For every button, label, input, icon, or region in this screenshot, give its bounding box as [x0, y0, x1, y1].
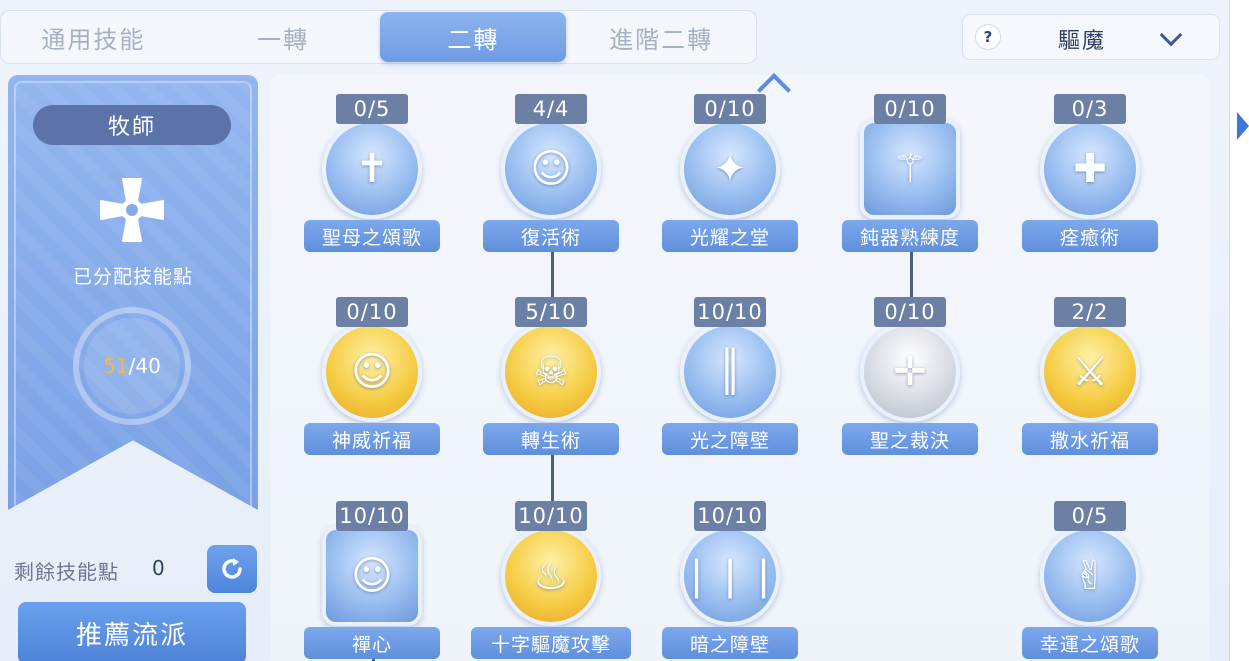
skill-glyph: ⚚: [892, 146, 928, 192]
skill-name: 幸運之頌歌: [1022, 627, 1158, 659]
skill-level-counter: 0/10: [694, 94, 766, 124]
blessed-face-icon[interactable]: ☺: [322, 322, 422, 422]
skill-name: 暗之障壁: [662, 627, 798, 659]
tab-second-job[interactable]: 二轉: [380, 12, 567, 62]
skill-node[interactable]: ✛ 0/10 聖之裁決: [840, 278, 980, 455]
skill-node[interactable]: ✌ 0/5 幸運之頌歌: [1020, 482, 1160, 659]
remaining-points-value: 0: [152, 556, 165, 580]
skill-level-counter: 0/5: [1054, 501, 1126, 531]
meditating-figure-icon[interactable]: ☺: [322, 526, 422, 626]
skill-node[interactable]: ✦ 0/10 光耀之堂: [660, 75, 800, 252]
skill-name: 復活術: [483, 220, 619, 252]
holy-cross-icon[interactable]: ✛: [860, 322, 960, 422]
skill-level-counter: 10/10: [694, 297, 766, 327]
tab-advanced-second-job[interactable]: 進階二轉: [566, 12, 756, 62]
skill-node[interactable]: ║ 10/10 光之障壁: [660, 278, 800, 455]
skill-name: 神威祈福: [304, 423, 440, 455]
mace-icon[interactable]: ⚚: [860, 119, 960, 219]
skill-level-counter: 10/10: [336, 501, 408, 531]
skill-node[interactable]: ♨ 10/10 十字驅魔攻擊: [471, 482, 631, 659]
recommended-build-button[interactable]: 推薦流派: [18, 602, 246, 661]
skill-name: 轉生術: [483, 423, 619, 455]
skill-glyph: ❘❘❘: [679, 553, 781, 599]
skill-level-counter: 0/10: [874, 94, 946, 124]
praying-saint-icon[interactable]: ✝: [322, 119, 422, 219]
reset-points-button[interactable]: [207, 545, 257, 593]
side-edge: [1229, 0, 1249, 661]
skill-node[interactable]: ❘❘❘ 10/10 暗之障壁: [660, 482, 800, 659]
skill-level-counter: 10/10: [694, 501, 766, 531]
build-dropdown[interactable]: ? 驅魔: [962, 14, 1220, 60]
tab-general-skills[interactable]: 通用技能: [1, 12, 186, 62]
skill-node[interactable]: ☺ 4/4 復活術: [481, 75, 621, 252]
skill-glyph: ✌: [1073, 553, 1107, 599]
class-name: 牧師: [33, 105, 231, 145]
skill-node[interactable]: ✚ 0/3 痊癒術: [1020, 75, 1160, 252]
skill-name: 光耀之堂: [662, 220, 798, 252]
skill-name: 禪心: [304, 627, 440, 659]
skill-glyph: ☺: [530, 146, 572, 192]
skulls-icon[interactable]: ☠: [501, 322, 601, 422]
skill-name: 聖之裁決: [842, 423, 978, 455]
skill-name: 聖母之頌歌: [304, 220, 440, 252]
crossed-swords-icon[interactable]: ⚔: [1040, 322, 1140, 422]
build-dropdown-value: 驅魔: [1058, 29, 1107, 54]
help-icon[interactable]: ?: [975, 24, 1001, 50]
healing-figure-icon[interactable]: ✚: [1040, 119, 1140, 219]
victory-hand-icon[interactable]: ✌: [1040, 526, 1140, 626]
skill-name: 痊癒術: [1022, 220, 1158, 252]
priest-cross-icon: [100, 178, 164, 242]
skill-glyph: ☠: [533, 349, 569, 395]
skill-level-counter: 5/10: [515, 297, 587, 327]
refresh-icon: [222, 558, 242, 579]
skill-name: 十字驅魔攻擊: [471, 627, 631, 659]
skill-node[interactable]: ☺ 10/10 禪心: [302, 482, 442, 659]
skill-name: 鈍器熟練度: [842, 220, 978, 252]
chevron-down-icon: [1159, 23, 1183, 47]
tab-first-job[interactable]: 一轉: [186, 12, 381, 62]
skill-level-counter: 2/2: [1054, 297, 1126, 327]
skill-level-counter: 0/3: [1054, 94, 1126, 124]
skill-glyph: ✚: [1073, 146, 1107, 192]
skill-node[interactable]: ⚚ 0/10 鈍器熟練度: [840, 75, 980, 252]
skill-node[interactable]: ☺ 0/10 神威祈福: [302, 278, 442, 455]
skill-glyph: ☺: [351, 349, 393, 395]
skill-level-counter: 0/10: [874, 297, 946, 327]
expand-arrow-icon[interactable]: [1237, 112, 1249, 140]
skill-node[interactable]: ☠ 5/10 轉生術: [481, 278, 621, 455]
skill-node[interactable]: ⚔ 2/2 撒水祈福: [1020, 278, 1160, 455]
total-points: /40: [128, 354, 161, 378]
light-barrier-icon[interactable]: ║: [680, 322, 780, 422]
skill-node[interactable]: ✝ 0/5 聖母之頌歌: [302, 75, 442, 252]
crystal-hall-icon[interactable]: ✦: [680, 119, 780, 219]
skill-glyph: ☺: [351, 553, 393, 599]
allocated-points-value: 51/40: [84, 318, 180, 414]
skill-glyph: ✦: [713, 146, 747, 192]
skill-glyph: ║: [717, 349, 743, 395]
allocated-points-label: 已分配技能點: [72, 266, 193, 288]
used-points: 51: [103, 354, 129, 378]
skill-name: 撒水祈福: [1022, 423, 1158, 455]
remaining-points-label: 剩餘技能點: [14, 560, 119, 584]
skill-level-counter: 4/4: [515, 94, 587, 124]
skill-level-counter: 10/10: [515, 501, 587, 531]
haloed-figure-icon[interactable]: ☺: [501, 119, 601, 219]
skill-glyph: ✛: [893, 349, 927, 395]
class-banner: 牧師 已分配技能點 51/40: [8, 75, 258, 510]
skill-name: 光之障壁: [662, 423, 798, 455]
skill-level-counter: 0/5: [336, 94, 408, 124]
skill-glyph: ⚔: [1072, 349, 1108, 395]
dark-barrier-icon[interactable]: ❘❘❘: [680, 526, 780, 626]
job-tab-bar: 通用技能 一轉 二轉 進階二轉: [0, 10, 757, 64]
skill-glyph: ♨: [533, 553, 569, 599]
holy-flame-icon[interactable]: ♨: [501, 526, 601, 626]
skill-level-counter: 0/10: [336, 297, 408, 327]
skill-glyph: ✝: [355, 146, 389, 192]
